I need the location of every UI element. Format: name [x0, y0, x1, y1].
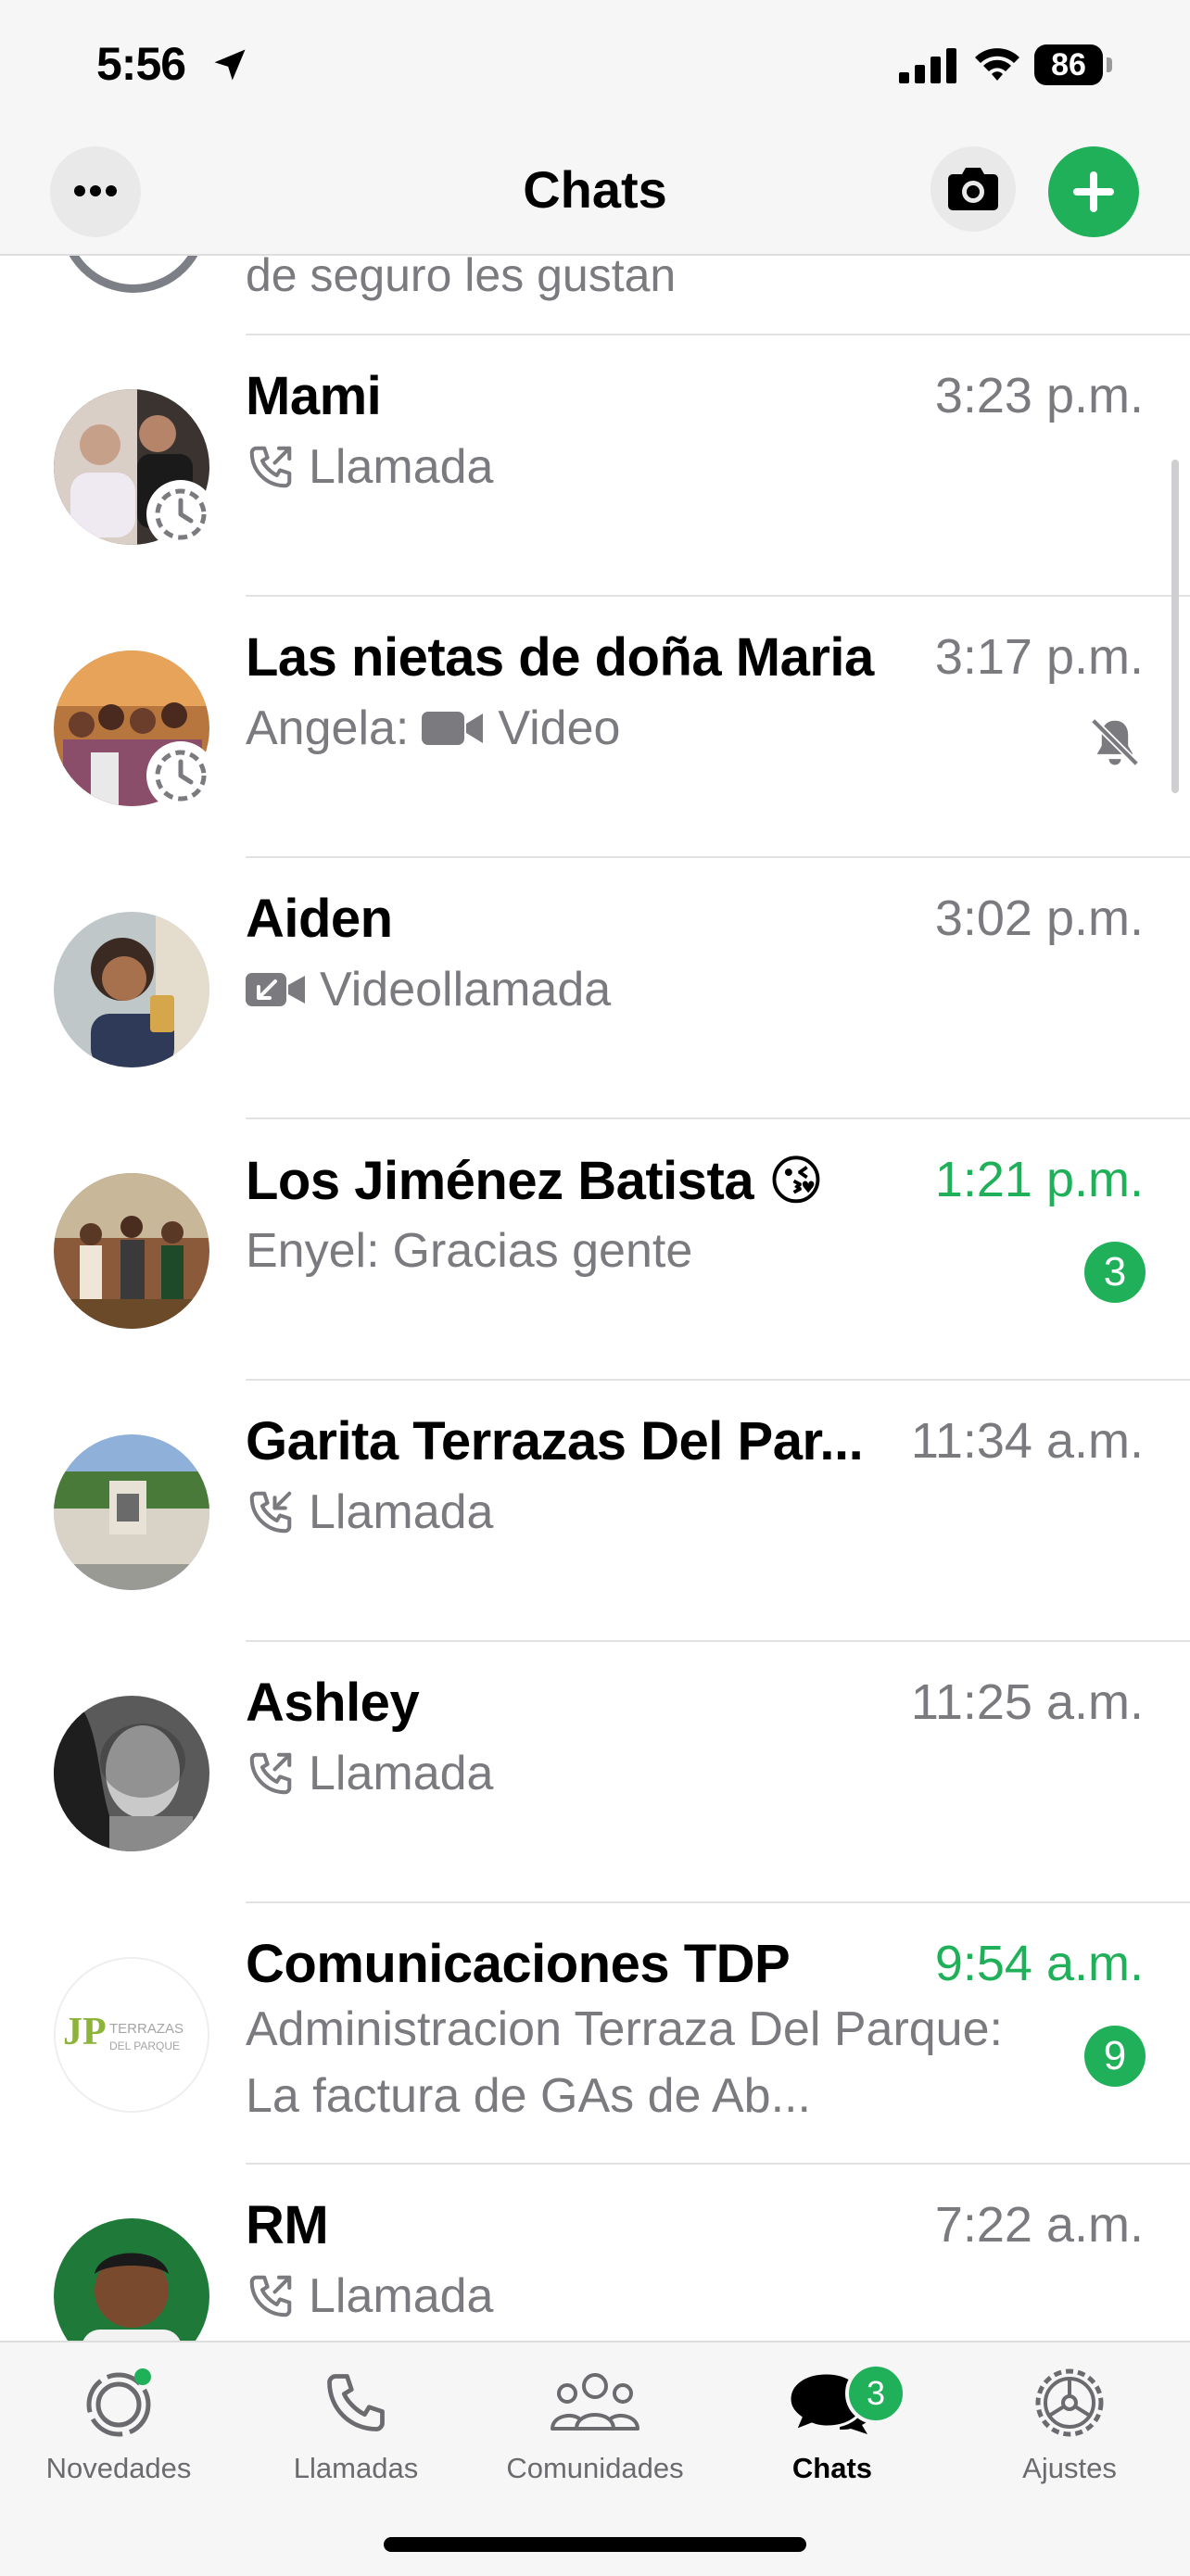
chat-preview: de seguro les gustan [246, 256, 677, 301]
chat-time: 7:22 a.m. [934, 2197, 1144, 2253]
chat-row[interactable]: JP TERRAZAS DEL PARQUE Comunicaciones TD… [0, 1903, 1190, 2163]
incoming-call-icon [249, 1491, 292, 1534]
chat-time: 1:21 p.m. [934, 1152, 1144, 1207]
chat-time: 11:34 a.m. [910, 1413, 1144, 1469]
chat-row[interactable]: Ashley 11:25 a.m. Llamada [0, 1642, 1190, 1901]
chat-time: 9:54 a.m. [934, 1936, 1144, 1991]
status-update-indicator [146, 480, 215, 549]
settings-icon [1035, 2368, 1104, 2437]
unread-count-badge: 3 [1084, 1242, 1146, 1303]
home-indicator [384, 2537, 806, 2552]
chat-time: 3:23 p.m. [934, 368, 1144, 423]
avatar [54, 1173, 209, 1329]
chat-row[interactable]: RM 7:22 a.m. Llamada [0, 2165, 1190, 2341]
chat-preview: Enyel: Gracias gente [246, 1224, 693, 1278]
chat-name: Los Jiménez Batista 😘 [246, 1151, 824, 1211]
message-sender: Enyel: [246, 1224, 380, 1278]
chat-row[interactable]: Garita Terrazas Del Par... 11:34 a.m. Ll… [0, 1381, 1190, 1640]
tab-llamadas[interactable]: Llamadas [237, 2361, 475, 2485]
chat-name: Las nietas de doña Maria [246, 627, 874, 688]
incoming-video-call-icon [246, 973, 305, 1006]
chat-name: Garita Terrazas Del Par... [246, 1411, 864, 1471]
status-time: 5:56 [96, 38, 186, 90]
chat-name: RM [246, 2195, 329, 2255]
communities-icon [551, 2373, 639, 2431]
muted-bell-icon [1091, 718, 1139, 766]
wifi-icon [975, 48, 1019, 81]
chat-name: Comunicaciones TDP [246, 1934, 791, 1994]
updates-icon [86, 2368, 151, 2437]
location-arrow-icon [214, 49, 246, 81]
scrollbar[interactable] [1171, 460, 1179, 793]
cellular-signal-icon [899, 48, 956, 83]
logo-text: TERRAZAS [109, 2021, 184, 2037]
battery-icon: 86 [1034, 44, 1112, 85]
tab-chats[interactable]: 3 Chats [714, 2361, 951, 2485]
unread-count-badge: 9 [1084, 2026, 1146, 2087]
chat-preview: Videollamada [246, 962, 611, 1017]
avatar [54, 1696, 209, 1851]
chat-name: Aiden [246, 889, 393, 949]
tab-comunidades[interactable]: Comunidades [476, 2361, 714, 2485]
plus-icon [1073, 171, 1114, 212]
camera-button[interactable] [930, 146, 1016, 232]
chat-list[interactable]: de seguro les gustan Mami 3:23 p.m. Llam… [0, 256, 1190, 2341]
chat-time: 3:17 p.m. [934, 629, 1144, 685]
chat-name: Ashley [246, 1673, 420, 1733]
top-navigation-bar: Chats [0, 135, 1190, 256]
status-bar: 5:56 86 [0, 0, 1190, 135]
avatar [54, 1434, 209, 1590]
outgoing-call-icon [249, 1752, 292, 1795]
chat-preview: Angela: Video [246, 701, 621, 755]
avatar [59, 256, 208, 293]
avatar: JP TERRAZAS DEL PARQUE [54, 1957, 209, 2113]
tab-ajustes[interactable]: Ajustes [951, 2361, 1188, 2485]
chat-row-partial[interactable]: de seguro les gustan [0, 256, 1190, 334]
new-chat-button[interactable] [1048, 146, 1139, 237]
outgoing-call-icon [249, 2275, 292, 2317]
chat-name: Mami [246, 366, 382, 426]
chat-row[interactable]: Aiden 3:02 p.m. Videollamada [0, 858, 1190, 1118]
chat-preview: Llamada [246, 439, 493, 495]
status-update-indicator [146, 741, 215, 810]
avatar [54, 912, 209, 1067]
camera-icon [948, 168, 998, 210]
message-sender: Angela: [246, 701, 410, 755]
unread-chats-badge: 3 [845, 2363, 906, 2424]
battery-level: 86 [1034, 44, 1103, 85]
logo-letters: JP [63, 2011, 107, 2053]
logo-text: DEL PARQUE [109, 2039, 180, 2052]
chat-preview: Llamada [246, 1746, 493, 1801]
chat-time: 11:25 a.m. [910, 1674, 1144, 1730]
tab-novedades[interactable]: Novedades [0, 2361, 237, 2485]
avatar [54, 2218, 209, 2341]
chat-preview: Llamada [246, 1484, 493, 1540]
chat-preview: Llamada [246, 2268, 493, 2324]
phone-icon [327, 2374, 385, 2431]
chat-row[interactable]: Los Jiménez Batista 😘 1:21 p.m. Enyel: G… [0, 1119, 1190, 1379]
chat-preview: Administracion Terraza Del Parque: La fa… [246, 2002, 1003, 2123]
chat-row[interactable]: Mami 3:23 p.m. Llamada [0, 335, 1190, 595]
video-icon [422, 712, 484, 745]
chat-row[interactable]: Las nietas de doña Maria 3:17 p.m. Angel… [0, 597, 1190, 856]
outgoing-call-icon [249, 446, 292, 488]
chat-time: 3:02 p.m. [934, 890, 1144, 946]
